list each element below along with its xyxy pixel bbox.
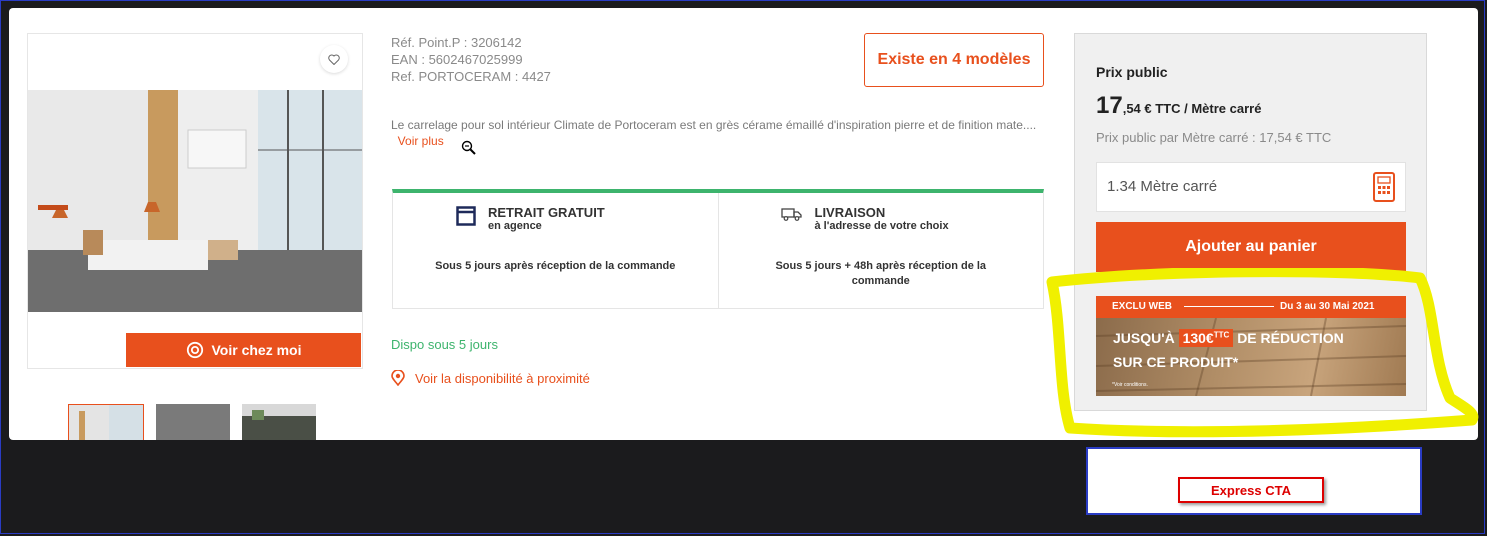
product-image-box [27,33,363,369]
ref-point-p: Réf. Point.P : 3206142 [391,35,522,50]
favorite-button[interactable] [320,45,348,73]
product-description: Le carrelage pour sol intérieur Climate … [391,117,1041,149]
highlight-annotation [1046,268,1479,438]
ref-ean: EAN : 5602467025999 [391,52,523,67]
shipping-option: LIVRAISON à l'adresse de votre choix Sou… [717,193,1044,308]
quantity-field[interactable]: 1.34 Mètre carré [1096,162,1406,212]
product-photo[interactable] [28,90,362,312]
view-at-home-button[interactable]: Voir chez moi [126,333,361,367]
pickup-subtitle: en agence [488,220,542,232]
nearby-availability-label: Voir la disponibilité à proximité [415,370,590,386]
add-to-cart-button[interactable]: Ajouter au panier [1096,222,1406,272]
price-title: Prix public [1096,64,1168,80]
shipping-text: Sous 5 jours + 48h après réception de la… [775,260,987,287]
thumbnail-2[interactable] [156,404,230,440]
description-text: Le carrelage pour sol intérieur Climate … [391,118,1037,132]
view-at-home-label: Voir chez moi [211,342,302,358]
shipping-title: LIVRAISON [814,205,886,220]
nearby-availability-link[interactable]: Voir la disponibilité à proximité [391,370,590,386]
ref-portoceram: Ref. PORTOCERAM : 4427 [391,69,551,84]
price-value: 17,54 € TTC / Mètre carré [1096,92,1261,120]
express-cta-button[interactable]: Express CTA [1178,477,1324,503]
zoom-cursor-icon [461,140,476,155]
quantity-value: 1.34 Mètre carré [1107,178,1218,195]
store-icon [456,206,476,226]
truck-icon [780,208,802,221]
heart-icon [328,54,340,65]
models-button[interactable]: Existe en 4 modèles [864,33,1044,87]
see-more-link[interactable]: Voir plus [398,134,444,148]
express-cta-box: Express CTA [1086,447,1422,515]
product-references: Réf. Point.P : 3206142 EAN : 56024670259… [391,34,551,85]
unit-price: Prix public par Mètre carré : 17,54 € TT… [1096,130,1332,145]
calculator-icon[interactable] [1373,172,1395,202]
thumbnail-1[interactable] [68,404,144,440]
pickup-option: RETRAIT GRATUIT en agence Sous 5 jours a… [393,193,718,308]
pickup-text: Sous 5 jours après réception de la comma… [435,260,676,272]
availability-status: Dispo sous 5 jours [391,337,498,352]
shipping-subtitle: à l'adresse de votre choix [814,220,949,232]
location-pin-icon [391,370,405,386]
delivery-options: RETRAIT GRATUIT en agence Sous 5 jours a… [392,189,1044,309]
thumbnail-3[interactable] [242,404,316,440]
ar-icon [186,341,203,359]
pickup-title: RETRAIT GRATUIT [488,205,605,220]
price-decimal-unit: ,54 € TTC / Mètre carré [1122,101,1262,116]
price-integer: 17 [1096,92,1123,119]
